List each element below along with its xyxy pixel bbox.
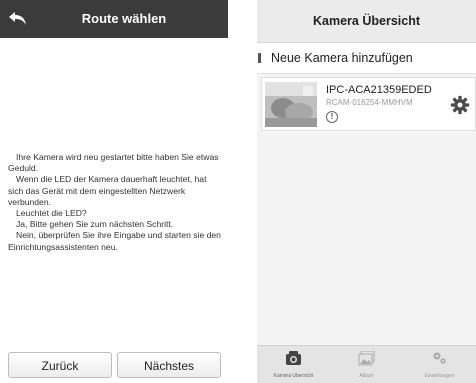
message-line: Ja, Bitte gehen Sie zum nächsten Schritt… bbox=[16, 219, 174, 230]
settings-gear-icon[interactable] bbox=[450, 95, 470, 115]
add-marker-icon bbox=[258, 53, 261, 63]
camera-card[interactable]: IPC-ACA21359EDED RCAM-016254-MMHVM ! bbox=[261, 77, 476, 131]
route-header: Route wählen bbox=[0, 0, 228, 38]
message-line: Leuchtet die LED? bbox=[16, 208, 87, 219]
message-line: Ihre Kamera wird neu gestartet bitte hab… bbox=[8, 152, 219, 174]
back-arrow-icon[interactable] bbox=[6, 7, 30, 31]
camera-name: IPC-ACA21359EDED bbox=[326, 84, 432, 96]
tab-label: Album bbox=[359, 373, 374, 379]
next-button[interactable]: Nächstes bbox=[117, 352, 221, 378]
album-icon bbox=[358, 351, 375, 366]
overview-header: Kamera Übersicht bbox=[257, 0, 476, 43]
camera-thumbnail bbox=[265, 82, 317, 127]
add-camera-row[interactable]: Neue Kamera hinzufügen bbox=[257, 43, 476, 74]
overview-title: Kamera Übersicht bbox=[313, 14, 420, 28]
camera-overview-screen: Kamera Übersicht Neue Kamera hinzufügen … bbox=[257, 0, 476, 383]
page-title: Route wählen bbox=[81, 11, 167, 26]
back-button[interactable]: Zurück bbox=[8, 352, 112, 378]
route-screen: Route wählen Ihre Kamera wird neu gestar… bbox=[0, 0, 228, 382]
camera-id: RCAM-016254-MMHVM bbox=[326, 98, 413, 107]
tab-label: Einstellungen bbox=[424, 373, 455, 379]
message-line: Wenn die LED der Kamera dauerhaft leucht… bbox=[8, 174, 207, 207]
tab-album[interactable]: Album bbox=[330, 346, 403, 383]
add-camera-label: Neue Kamera hinzufügen bbox=[271, 51, 413, 65]
camera-icon bbox=[286, 351, 301, 365]
tab-label: Kamera Übersicht bbox=[273, 373, 314, 379]
warning-icon: ! bbox=[326, 111, 338, 123]
message-line: Nein, überprüfen Sie ihre Eingabe und st… bbox=[8, 230, 221, 252]
tab-camera-overview[interactable]: Kamera Übersicht bbox=[257, 346, 330, 383]
tab-settings[interactable]: Einstellungen bbox=[403, 346, 476, 383]
restart-message: Ihre Kamera wird neu gestartet bitte hab… bbox=[8, 152, 222, 253]
bottom-tab-bar: Kamera Übersicht Album Einstellungen bbox=[257, 345, 476, 383]
settings-icon bbox=[433, 352, 446, 364]
